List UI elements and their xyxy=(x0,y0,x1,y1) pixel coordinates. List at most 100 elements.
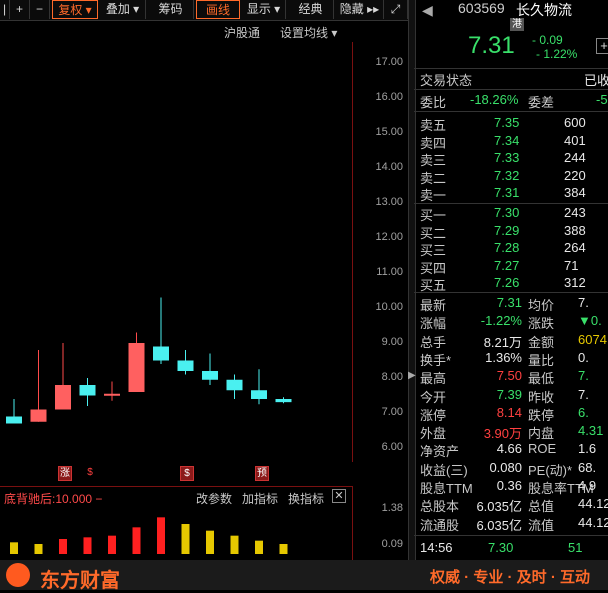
sell-row[interactable]: 卖一 7.31 384 xyxy=(414,185,608,203)
order-volume: 401 xyxy=(564,132,586,148)
fuquan-label: 复权 xyxy=(58,3,83,17)
order-volume: 600 xyxy=(564,115,586,130)
order-label: 卖五 xyxy=(420,118,447,133)
candle[interactable] xyxy=(275,397,292,404)
zoom-in-button[interactable]: + xyxy=(10,0,30,19)
add-watchlist-button[interactable]: + xyxy=(596,38,608,54)
volume-svg xyxy=(10,517,288,554)
candle[interactable] xyxy=(79,378,96,406)
chips-button[interactable]: 筹码 xyxy=(148,0,194,19)
hide-label: 隐藏 xyxy=(339,2,364,16)
stat-value: 0.36 xyxy=(496,478,522,493)
stat-label: 涨停 xyxy=(420,407,447,423)
stat-value: 7.50 xyxy=(496,368,522,384)
hgt-link[interactable]: 沪股通 xyxy=(224,24,260,41)
candle[interactable] xyxy=(202,353,218,386)
buy-row[interactable]: 买一 7.30 243 xyxy=(414,205,608,223)
stat-row: 今开 7.39 昨收 7. xyxy=(414,387,608,405)
tick-volume: 51 xyxy=(568,540,583,555)
divider xyxy=(414,535,608,536)
limit-up-badge[interactable]: 涨 xyxy=(58,466,72,481)
candle[interactable] xyxy=(251,369,267,405)
prev-stock-icon[interactable]: ◀ xyxy=(422,2,433,19)
candle[interactable] xyxy=(128,332,145,393)
sell-row[interactable]: 卖三 7.33 244 xyxy=(414,150,608,168)
candlestick-chart[interactable] xyxy=(0,42,352,462)
candle-body xyxy=(153,346,169,361)
brand-logo-icon xyxy=(6,563,30,587)
stat-value: 6074 xyxy=(578,331,607,347)
forecast-badge[interactable]: 预 xyxy=(255,466,269,481)
candle[interactable] xyxy=(6,399,22,424)
draw-line-button[interactable]: 画线 xyxy=(196,0,240,19)
stat-row: 总股本 6.035亿 总值 44.12 xyxy=(414,496,608,514)
dividend-badge[interactable]: $ xyxy=(84,466,96,479)
candle[interactable] xyxy=(104,381,120,401)
candle[interactable] xyxy=(30,350,47,422)
stat-value: 4.66 xyxy=(496,441,522,457)
stat-row: 股息TTM 0.36 股息率TTM 4.9 xyxy=(414,478,608,496)
indicator-header: 底背驰后:10.000 − 改参数 加指标 换指标 ✕ xyxy=(0,486,352,507)
stat-label: 涨跌 xyxy=(528,316,555,332)
buy-row[interactable]: 买二 7.29 388 xyxy=(414,223,608,241)
stat-value: 3.90万 xyxy=(483,426,522,442)
volume-bar xyxy=(255,540,263,554)
volume-bar xyxy=(34,544,43,554)
stat-row: 外盘 3.90万 内盘 4.31 xyxy=(414,423,608,441)
stat-value: -1.22% xyxy=(480,313,522,329)
indicator-title[interactable]: 底背驰后:10.000 − xyxy=(4,490,102,507)
stat-label: 换手* xyxy=(420,352,452,368)
candle[interactable] xyxy=(226,374,243,400)
ratio-value: -18.26% xyxy=(470,92,519,107)
volume-bar xyxy=(157,517,165,554)
candle[interactable] xyxy=(153,297,169,365)
stat-value: 0. xyxy=(578,349,589,365)
status-label: 交易状态 xyxy=(420,73,473,88)
buy-row[interactable]: 买五 7.26 312 xyxy=(414,275,608,293)
diff-value: -5 xyxy=(596,92,608,107)
candle[interactable] xyxy=(177,350,194,375)
change-param-link[interactable]: 改参数 xyxy=(196,490,232,507)
buy-row[interactable]: 买三 7.28 264 xyxy=(414,240,608,258)
fuquan-dropdown[interactable]: 复权 ▾ xyxy=(52,0,98,19)
close-icon[interactable]: ✕ xyxy=(332,489,346,503)
stat-value: 68. xyxy=(578,459,597,475)
stat-value: 7. xyxy=(578,386,589,402)
stat-value: 6. xyxy=(578,404,589,420)
stat-row: 净资产 4.66 ROE 1.6 xyxy=(414,441,608,459)
hide-button[interactable]: 隐藏 ▸▸ xyxy=(336,0,384,19)
zoom-out-button[interactable]: − xyxy=(30,0,50,19)
stat-label: 最新 xyxy=(420,298,447,313)
dividend-badge-2[interactable]: $ xyxy=(180,466,194,481)
buy-row[interactable]: 买四 7.27 71 xyxy=(414,258,608,276)
overlay-dropdown[interactable]: 叠加 ▾ xyxy=(100,0,146,19)
sell-row[interactable]: 卖五 7.35 600 xyxy=(414,115,608,133)
volume-bar xyxy=(181,524,190,554)
divider xyxy=(414,203,608,204)
switch-indicator-link[interactable]: 换指标 xyxy=(288,490,324,507)
candle-body xyxy=(104,393,120,396)
price-change: - 0.09 xyxy=(532,33,563,47)
sell-row[interactable]: 卖二 7.32 220 xyxy=(414,168,608,186)
stat-row: 收益(三) 0.080 PE(动)* 68. xyxy=(414,460,608,478)
price-tick: 11.00 xyxy=(376,266,403,278)
last-price: 7.31 xyxy=(468,32,515,59)
stat-label: ROE xyxy=(528,441,557,457)
classic-button[interactable]: 经典 xyxy=(288,0,334,19)
order-volume: 71 xyxy=(564,257,579,273)
sell-row[interactable]: 卖四 7.34 401 xyxy=(414,133,608,151)
add-indicator-link[interactable]: 加指标 xyxy=(242,490,278,507)
hk-connect-tag[interactable]: 港 xyxy=(510,18,524,31)
stat-label: 最低 xyxy=(528,371,555,387)
stat-row: 总手 8.21万 金额 6074 xyxy=(414,332,608,350)
ma-settings-dropdown[interactable]: 设置均线 ▾ xyxy=(280,24,337,41)
order-price: 7.28 xyxy=(494,240,520,255)
stat-row: 换手* 1.36% 量比 0. xyxy=(414,350,608,368)
order-volume: 384 xyxy=(564,185,586,200)
candle[interactable] xyxy=(55,343,71,410)
order-price: 7.27 xyxy=(494,257,520,273)
volume-chart[interactable] xyxy=(0,506,352,560)
tick-time: 14:56 xyxy=(420,540,453,555)
show-dropdown[interactable]: 显示 ▾ xyxy=(242,0,286,19)
expand-icon[interactable]: ⤢ xyxy=(384,0,408,19)
